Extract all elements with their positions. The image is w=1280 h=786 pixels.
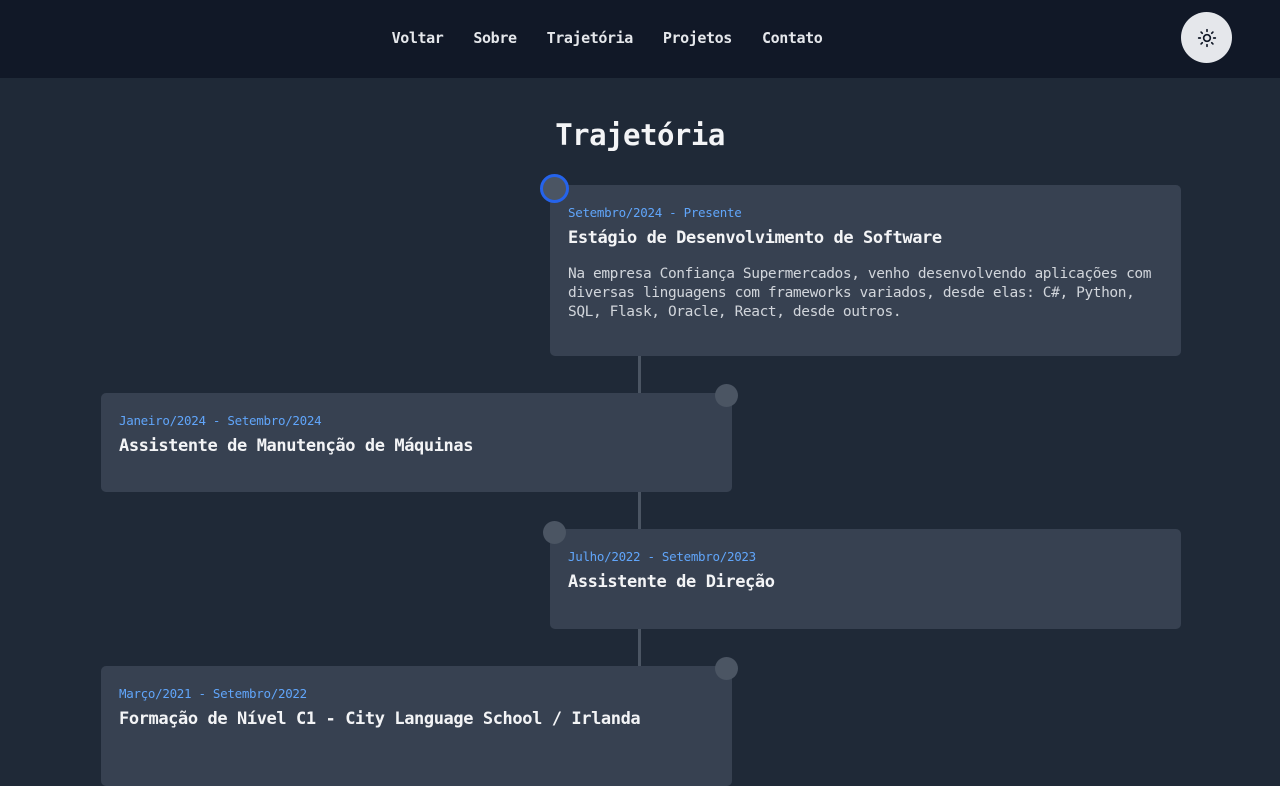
nav-link-projetos[interactable]: Projetos bbox=[663, 29, 732, 47]
timeline-title: Assistente de Direção bbox=[568, 572, 775, 592]
timeline-card: Janeiro/2024 - Setembro/2024 Assistente … bbox=[101, 393, 732, 492]
nav-link-sobre[interactable]: Sobre bbox=[473, 29, 517, 47]
timeline-date: Julho/2022 - Setembro/2023 bbox=[568, 549, 756, 564]
timeline-dot-active bbox=[540, 174, 569, 203]
timeline-dot bbox=[715, 657, 738, 680]
timeline-dot bbox=[543, 521, 566, 544]
nav-links: Voltar Sobre Trajetória Projetos Contato bbox=[0, 0, 1214, 76]
page-title: Trajetória bbox=[555, 118, 725, 152]
timeline-card: Março/2021 - Setembro/2022 Formação de N… bbox=[101, 666, 732, 786]
nav-link-voltar[interactable]: Voltar bbox=[392, 29, 444, 47]
timeline-dot bbox=[715, 384, 738, 407]
timeline-title: Estágio de Desenvolvimento de Software bbox=[568, 228, 942, 248]
theme-toggle-button[interactable] bbox=[1181, 12, 1232, 63]
timeline-date: Janeiro/2024 - Setembro/2024 bbox=[119, 413, 322, 428]
timeline-card: Setembro/2024 - Presente Estágio de Dese… bbox=[550, 185, 1181, 356]
timeline-description: Na empresa Confiança Supermercados, venh… bbox=[568, 266, 1152, 320]
timeline-card: Julho/2022 - Setembro/2023 Assistente de… bbox=[550, 529, 1181, 629]
sun-icon bbox=[1197, 28, 1216, 47]
timeline-date: Março/2021 - Setembro/2022 bbox=[119, 686, 307, 701]
nav-link-trajetoria[interactable]: Trajetória bbox=[547, 29, 634, 47]
nav-link-contato[interactable]: Contato bbox=[762, 29, 823, 47]
timeline-date: Setembro/2024 - Presente bbox=[568, 205, 742, 220]
navbar: Voltar Sobre Trajetória Projetos Contato bbox=[0, 0, 1280, 78]
timeline-title: Assistente de Manutenção de Máquinas bbox=[119, 436, 474, 456]
timeline-title: Formação de Nível C1 - City Language Sch… bbox=[119, 709, 641, 729]
